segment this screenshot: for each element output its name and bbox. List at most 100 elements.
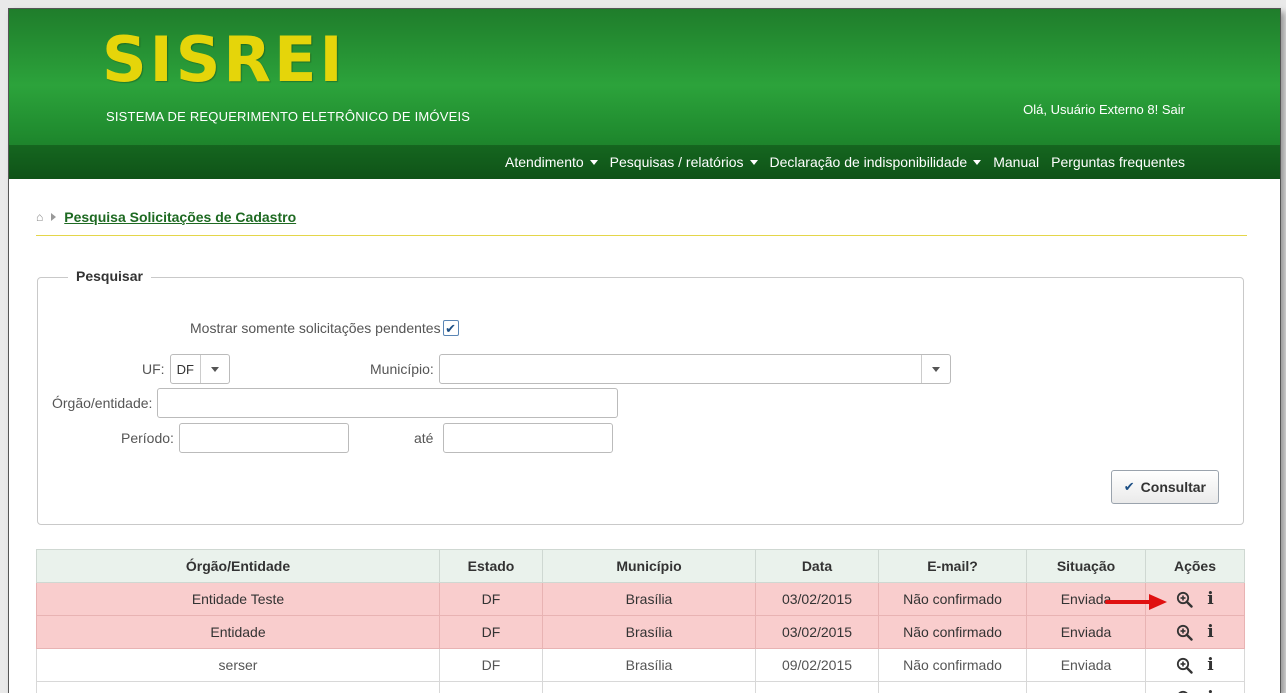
zoom-in-icon[interactable]: [1176, 690, 1193, 693]
cell-email: Não confirmado: [879, 649, 1027, 682]
breadcrumb-current[interactable]: Pesquisa Solicitações de Cadastro: [64, 209, 296, 225]
ate-label: até: [414, 430, 433, 446]
municipio-select[interactable]: [439, 354, 951, 384]
table-row: MINISTERIO DA FAZENDA DF Brasília 09/02/…: [37, 682, 1245, 693]
cell-email: Não confirmado: [879, 616, 1027, 649]
info-icon[interactable]: i: [1207, 657, 1213, 673]
logo: SISREI: [102, 29, 346, 91]
cell-email: Não confirmado: [879, 583, 1027, 616]
info-icon[interactable]: i: [1207, 591, 1213, 607]
cell-estado: DF: [440, 583, 543, 616]
cell-municipio: Brasília: [543, 682, 756, 693]
cell-orgao: MINISTERIO DA FAZENDA: [37, 682, 440, 693]
site-header: SISREI SISTEMA DE REQUERIMENTO ELETRÔNIC…: [9, 9, 1280, 179]
caret-down-icon: [932, 367, 940, 372]
nav-pesquisas-label: Pesquisas / relatórios: [610, 154, 744, 170]
municipio-dropdown-toggle[interactable]: [921, 355, 950, 383]
uf-select-value: DF: [171, 362, 200, 377]
search-panel: Pesquisar Mostrar somente solicitações p…: [37, 277, 1244, 525]
cell-acoes: i: [1146, 682, 1245, 693]
caret-down-icon: [750, 160, 758, 165]
main-navbar: Atendimento Pesquisas / relatórios Decla…: [9, 145, 1280, 179]
nav-manual[interactable]: Manual: [993, 154, 1039, 170]
results-table: Órgão/Entidade Estado Município Data E-m…: [36, 549, 1245, 693]
municipio-label: Município:: [370, 361, 434, 377]
cell-acoes: i: [1146, 649, 1245, 682]
nav-declaracao-indisponibilidade[interactable]: Declaração de indisponibilidade: [770, 154, 982, 170]
nav-perguntas-frequentes[interactable]: Perguntas frequentes: [1051, 154, 1185, 170]
cell-situacao: Enviada: [1027, 616, 1146, 649]
periodo-end-row: até: [414, 423, 613, 453]
cell-estado: DF: [440, 616, 543, 649]
cell-municipio: Brasília: [543, 649, 756, 682]
periodo-end-input[interactable]: [443, 423, 613, 453]
table-header-row: Órgão/Entidade Estado Município Data E-m…: [37, 550, 1245, 583]
caret-down-icon: [590, 160, 598, 165]
cell-municipio: Brasília: [543, 583, 756, 616]
orgao-input[interactable]: [157, 388, 618, 418]
checkmark-icon: ✔: [445, 322, 456, 335]
info-icon[interactable]: i: [1207, 624, 1213, 640]
zoom-in-icon[interactable]: [1176, 591, 1193, 608]
cell-estado: DF: [440, 649, 543, 682]
logout-link[interactable]: Sair: [1162, 102, 1185, 117]
consultar-button[interactable]: ✔ Consultar: [1111, 470, 1219, 504]
col-estado[interactable]: Estado: [440, 550, 543, 583]
nav-menu: Atendimento Pesquisas / relatórios Decla…: [505, 154, 1185, 170]
user-greeting: Olá, Usuário Externo 8!: [1023, 102, 1158, 117]
uf-select[interactable]: DF: [170, 354, 230, 384]
cell-email: Não confirmado: [879, 682, 1027, 693]
orgao-row: Órgão/entidade:: [52, 388, 618, 418]
col-data[interactable]: Data: [756, 550, 879, 583]
periodo-row: Período:: [121, 423, 349, 453]
cell-estado: DF: [440, 682, 543, 693]
pending-only-row: Mostrar somente solicitações pendentes ✔: [190, 320, 459, 336]
col-acoes: Ações: [1146, 550, 1245, 583]
cell-orgao: Entidade: [37, 616, 440, 649]
municipio-row: Município:: [370, 354, 951, 384]
orgao-label: Órgão/entidade:: [52, 395, 152, 411]
breadcrumb: ⌂ Pesquisa Solicitações de Cadastro: [36, 209, 296, 225]
nav-perguntas-label: Perguntas frequentes: [1051, 154, 1185, 170]
check-icon: ✔: [1124, 479, 1135, 495]
nav-manual-label: Manual: [993, 154, 1039, 170]
col-orgao[interactable]: Órgão/Entidade: [37, 550, 440, 583]
home-icon[interactable]: ⌂: [36, 210, 43, 224]
table-row: serser DF Brasília 09/02/2015 Não confir…: [37, 649, 1245, 682]
periodo-start-input[interactable]: [179, 423, 349, 453]
periodo-label: Período:: [121, 430, 174, 446]
user-area: Olá, Usuário Externo 8! Sair: [1023, 102, 1185, 117]
uf-row: UF: DF: [142, 354, 230, 384]
zoom-in-icon[interactable]: [1176, 657, 1193, 674]
uf-dropdown-toggle[interactable]: [200, 355, 229, 383]
cell-situacao: Enviada: [1027, 649, 1146, 682]
cell-data: 03/02/2015: [756, 583, 879, 616]
pending-only-label: Mostrar somente solicitações pendentes: [190, 320, 441, 336]
consultar-button-label: Consultar: [1141, 479, 1206, 495]
col-email[interactable]: E-mail?: [879, 550, 1027, 583]
cell-orgao: Entidade Teste: [37, 583, 440, 616]
nav-declaracao-label: Declaração de indisponibilidade: [770, 154, 968, 170]
pending-only-checkbox[interactable]: ✔: [443, 320, 459, 336]
cell-data: 09/02/2015: [756, 682, 879, 693]
nav-atendimento-label: Atendimento: [505, 154, 584, 170]
nav-atendimento[interactable]: Atendimento: [505, 154, 598, 170]
uf-label: UF:: [142, 361, 165, 377]
cell-municipio: Brasília: [543, 616, 756, 649]
app-window: SISREI SISTEMA DE REQUERIMENTO ELETRÔNIC…: [8, 8, 1281, 693]
site-subtitle: SISTEMA DE REQUERIMENTO ELETRÔNICO DE IM…: [106, 109, 470, 124]
table-row: Entidade Teste DF Brasília 03/02/2015 Nã…: [37, 583, 1245, 616]
col-situacao[interactable]: Situação: [1027, 550, 1146, 583]
breadcrumb-separator-icon: [51, 213, 56, 221]
cell-situacao: Enviada: [1027, 682, 1146, 693]
red-arrow-annotation-icon: [1105, 592, 1171, 612]
cell-orgao: serser: [37, 649, 440, 682]
breadcrumb-divider: [36, 235, 1247, 236]
col-municipio[interactable]: Município: [543, 550, 756, 583]
cell-data: 09/02/2015: [756, 649, 879, 682]
search-legend: Pesquisar: [68, 268, 151, 284]
cell-data: 03/02/2015: [756, 616, 879, 649]
zoom-in-icon[interactable]: [1176, 624, 1193, 641]
table-row: Entidade DF Brasília 03/02/2015 Não conf…: [37, 616, 1245, 649]
nav-pesquisas-relatorios[interactable]: Pesquisas / relatórios: [610, 154, 758, 170]
